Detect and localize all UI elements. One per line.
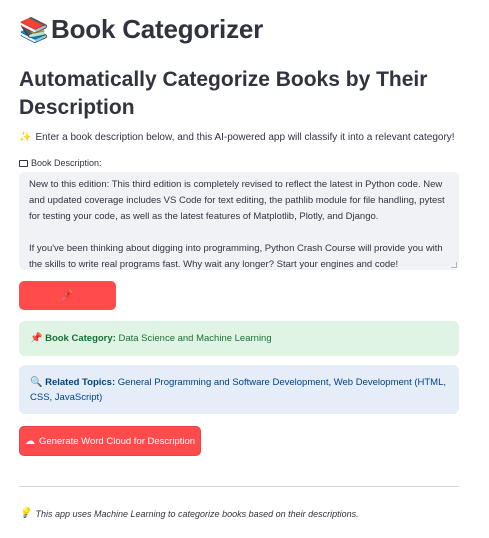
categorize-button[interactable]: 📌 (19, 281, 116, 310)
cloud-icon: ☁ (24, 435, 35, 447)
description-label: Book Description: (19, 158, 102, 168)
category-value: Data Science and Machine Learning (118, 333, 272, 344)
intro-text: ✨ Enter a book description below, and th… (19, 132, 455, 143)
footer-note: 💡 This app uses Machine Learning to cate… (19, 508, 359, 519)
pushpin-icon: 📌 (61, 290, 74, 301)
description-paragraph: New to this edition: This third edition … (29, 179, 445, 222)
book-icon (19, 159, 28, 167)
divider (19, 486, 459, 487)
books-icon: 📚 (19, 15, 49, 44)
page-subtitle: Automatically Categorize Books by Their … (19, 68, 428, 119)
description-label-text: Book Description: (31, 158, 102, 168)
intro-label: Enter a book description below, and this… (35, 132, 455, 143)
footer-text: This app uses Machine Learning to catego… (35, 508, 359, 519)
category-label: Book Category: (45, 333, 116, 344)
description-paragraph: If you've been thinking about digging in… (29, 243, 443, 270)
app-title: Book Categorizer (51, 14, 264, 44)
pushpin-icon: 📌 (30, 333, 43, 344)
sparkles-icon: ✨ (19, 132, 32, 143)
category-result: 📌 Book Category: Data Science and Machin… (19, 321, 459, 356)
topics-label: Related Topics: (45, 377, 116, 388)
word-cloud-button-label: Generate Word Cloud for Description (38, 435, 196, 447)
topics-result: 🔍 Related Topics: General Programming an… (19, 365, 459, 414)
lightbulb-icon: 💡 (19, 508, 32, 519)
magnifier-icon: 🔍 (30, 377, 43, 388)
generate-word-cloud-button[interactable]: ☁ Generate Word Cloud for Description (19, 426, 201, 456)
resize-handle[interactable] (451, 262, 457, 268)
description-textarea[interactable]: New to this edition: This third edition … (19, 172, 459, 270)
page-title: 📚 Book Categorizer (19, 14, 263, 45)
